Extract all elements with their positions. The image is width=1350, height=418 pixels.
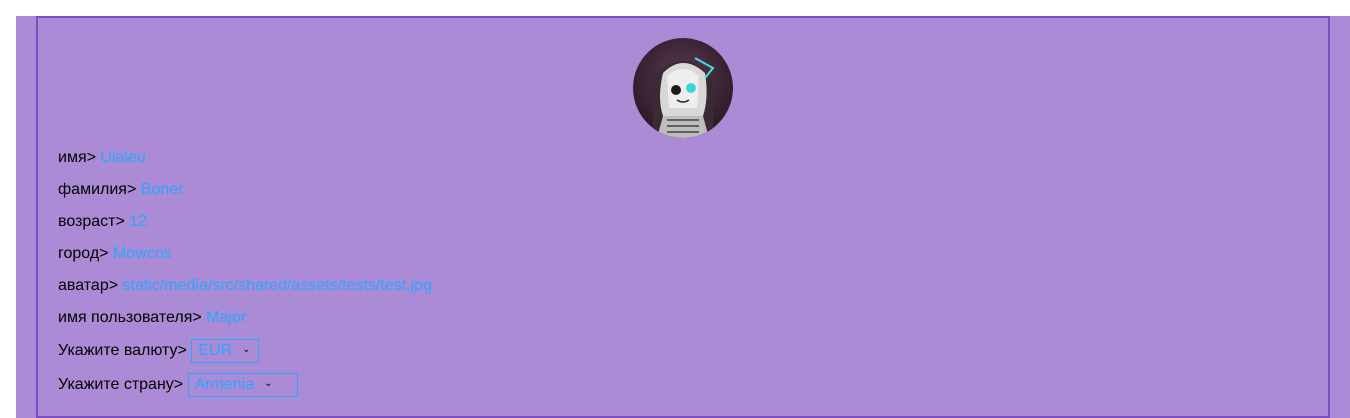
field-label: город> — [58, 245, 113, 262]
field-label: имя> — [58, 149, 101, 166]
field-value: static/media/src/shared/assets/tests/tes… — [122, 277, 432, 294]
avatar-image — [633, 38, 733, 138]
chevron-down-icon: ⌄ — [242, 344, 251, 355]
field-value: Ulaleu — [100, 149, 146, 166]
country-row: Укажите страну> Armenia ⌄ — [58, 373, 298, 397]
field-label: имя пользователя> — [58, 309, 207, 326]
field-value: Major — [206, 309, 247, 326]
field-label: возраст> — [58, 213, 130, 230]
field-label: фамилия> — [58, 181, 141, 198]
chevron-down-icon: ⌄ — [264, 378, 273, 389]
field-username: имя пользователя> Major — [58, 308, 246, 328]
field-last-name: фамилия> Boner — [58, 180, 183, 200]
currency-select[interactable]: EUR ⌄ — [191, 339, 260, 363]
country-selected: Armenia — [194, 376, 255, 394]
field-value: Mowcos — [112, 245, 172, 262]
field-value: 12 — [129, 213, 148, 230]
field-value: Boner — [140, 181, 184, 198]
profile-card: имя> Ulaleu фамилия> Boner возраст> 12 г… — [36, 16, 1330, 418]
country-label: Укажите страну> — [58, 376, 188, 394]
currency-row: Укажите валюту> EUR ⌄ — [58, 339, 260, 363]
field-avatar: аватар> static/media/src/shared/assets/t… — [58, 276, 432, 296]
field-first-name: имя> Ulaleu — [58, 148, 146, 168]
currency-selected: EUR — [198, 342, 233, 360]
avatar — [633, 38, 733, 138]
page-background: имя> Ulaleu фамилия> Boner возраст> 12 г… — [16, 16, 1350, 418]
field-city: город> Mowcos — [58, 244, 172, 264]
field-age: возраст> 12 — [58, 212, 147, 232]
field-label: аватар> — [58, 277, 123, 294]
country-select[interactable]: Armenia ⌄ — [187, 373, 298, 397]
currency-label: Укажите валюту> — [58, 342, 192, 360]
